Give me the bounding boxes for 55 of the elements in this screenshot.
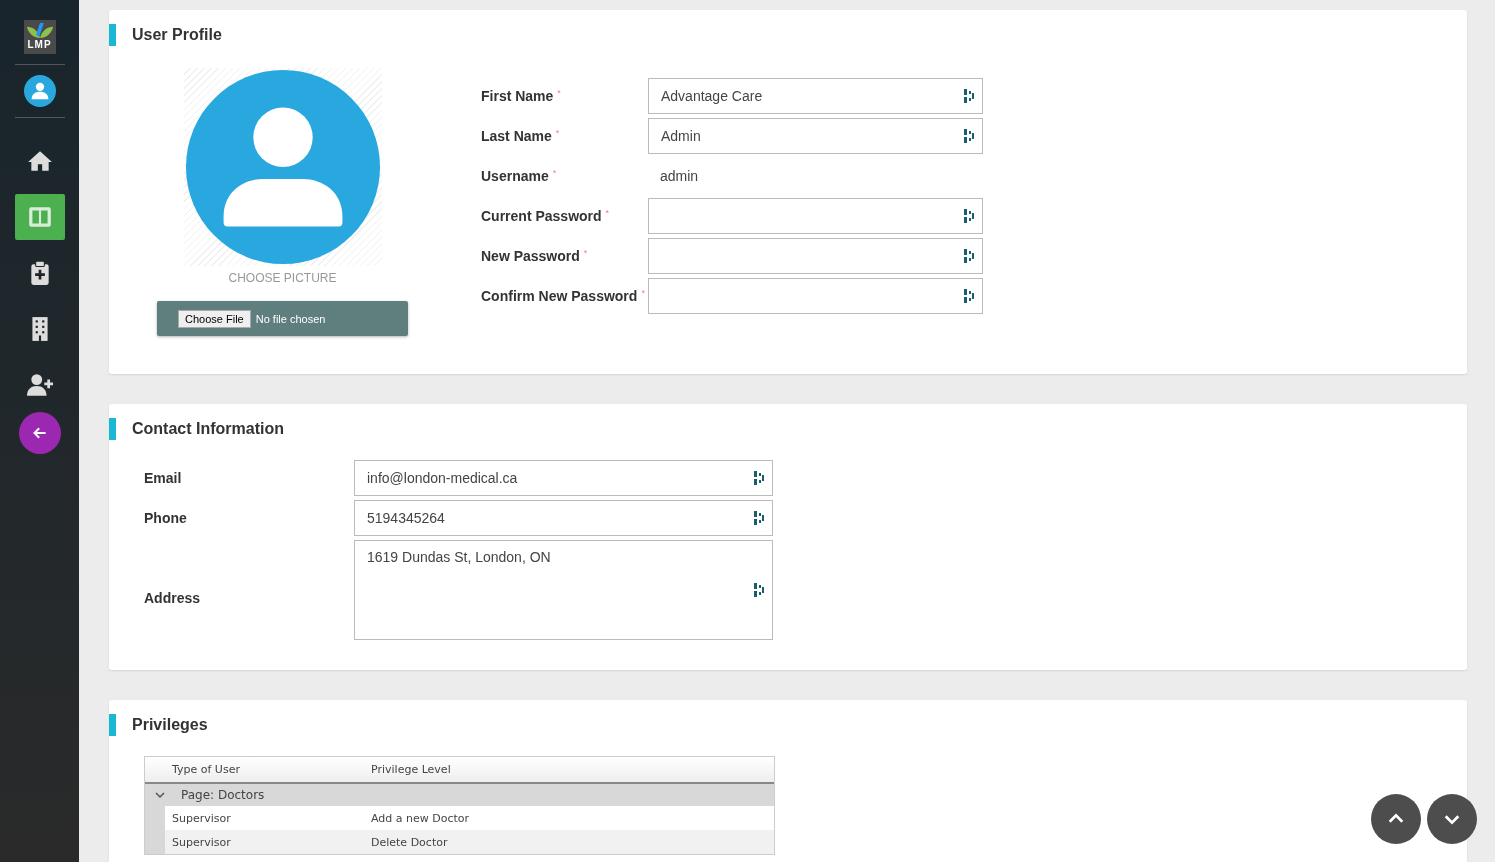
chevron-down-icon (155, 790, 165, 800)
required-mark: * (552, 168, 557, 178)
table-cell-text: Supervisor (172, 811, 232, 825)
field-handle-icon (754, 511, 764, 525)
file-status: No file chosen (255, 312, 326, 325)
field-handle-icon (964, 129, 974, 143)
input-field[interactable] (648, 198, 983, 234)
input-field[interactable] (648, 238, 983, 274)
table-cell-text: Supervisor (172, 835, 232, 849)
required-mark: * (641, 288, 645, 298)
field-handle-icon (964, 249, 974, 263)
required-mark: * (605, 208, 610, 218)
field-label: Email (144, 470, 182, 486)
arrow-left-icon (31, 425, 48, 441)
input-field[interactable]: 1619 Dundas St, London, ON (354, 540, 773, 640)
add-user-icon (26, 372, 53, 398)
required-mark: * (583, 248, 588, 258)
section-title: User Profile (109, 24, 222, 46)
group-label: Page: Doctors (181, 788, 265, 802)
logo-text: LMP (27, 39, 52, 51)
field-label: Last Name (481, 128, 552, 144)
field-label: New Password (481, 248, 580, 264)
table-cell-text: Delete Doctor (371, 835, 449, 849)
column-header: Type of User (172, 763, 241, 776)
section-title: Privileges (109, 714, 208, 736)
field-handle-icon (754, 471, 764, 485)
nav-item[interactable] (14, 194, 65, 240)
avatar-placeholder[interactable] (183, 68, 382, 266)
field-label: Address (144, 590, 201, 606)
field-label: First Name (481, 88, 554, 104)
leaf-icon (24, 23, 55, 39)
avatar-icon[interactable] (23, 75, 56, 107)
column-header: Privilege Level (371, 763, 452, 776)
input-field[interactable]: 5194345264 (354, 500, 773, 536)
field-handle-icon (964, 289, 974, 303)
field-label: Username (481, 168, 549, 184)
picture-label: CHOOSE PICTURE (228, 271, 337, 285)
field-label: Current Password (481, 208, 602, 224)
section-title: Contact Information (109, 418, 284, 440)
input-field[interactable] (648, 278, 983, 314)
input-field[interactable]: Admin (648, 118, 983, 154)
back-button[interactable] (18, 412, 61, 454)
choose-file-button[interactable]: Choose File (178, 309, 251, 328)
field-handle-icon (754, 583, 764, 597)
field-value: admin (659, 168, 700, 184)
input-field[interactable]: info@london-medical.ca (354, 460, 773, 496)
field-handle-icon (964, 209, 974, 223)
required-mark: * (557, 88, 561, 98)
field-label: Phone (144, 510, 187, 526)
input-field[interactable]: Advantage Care (648, 78, 983, 114)
field-handle-icon (964, 89, 974, 103)
field-label: Confirm New Password (481, 288, 638, 304)
dashboard-icon (26, 204, 53, 230)
required-mark: * (555, 128, 560, 138)
table-cell-text: Add a new Doctor (371, 811, 471, 825)
